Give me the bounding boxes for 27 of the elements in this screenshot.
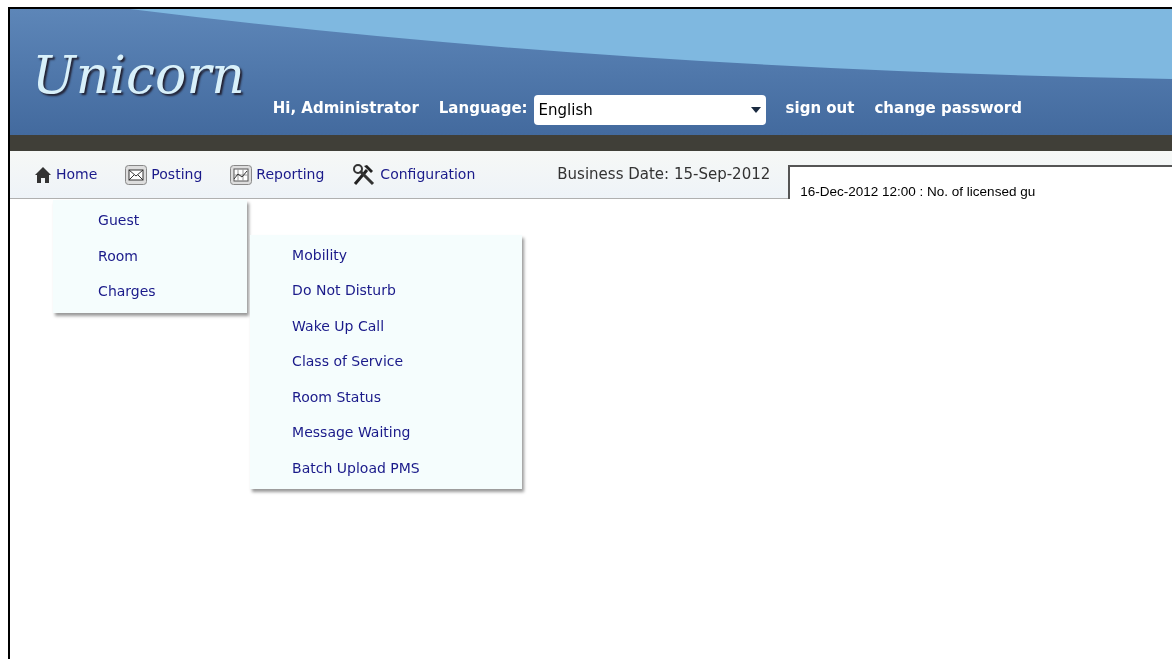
language-select[interactable]: English xyxy=(533,95,766,125)
nav-menu-item[interactable]: Home xyxy=(34,164,98,185)
submenu-item[interactable]: Batch Upload PMS xyxy=(250,450,523,486)
envelope-icon xyxy=(125,164,148,185)
nav-menu-item[interactable]: Reporting xyxy=(230,164,325,185)
ticker-text: 16-Dec-2012 12:00 : No. of licensed gu xyxy=(800,183,1036,199)
dropdown-item[interactable]: Charges xyxy=(53,274,248,310)
logo: Unicorn xyxy=(32,49,245,101)
language-label: Language: xyxy=(438,97,528,119)
header-link[interactable]: sign out xyxy=(785,96,855,119)
home-icon xyxy=(34,165,52,184)
nav-menu-item[interactable]: Configuration xyxy=(352,162,476,187)
chart-icon xyxy=(230,164,253,185)
submenu-item[interactable]: Room Status xyxy=(250,379,523,415)
submenu-item[interactable]: Wake Up Call xyxy=(250,308,523,344)
submenu-item[interactable]: Message Waiting xyxy=(250,415,523,451)
nav-menu-item[interactable]: Posting xyxy=(125,164,203,185)
submenu-item[interactable]: Mobility xyxy=(250,237,523,273)
dropdown-arrow-icon xyxy=(750,107,761,113)
business-date: Business Date: 15-Sep-2012 xyxy=(557,164,771,186)
submenu-item[interactable]: Class of Service xyxy=(250,344,523,380)
header-link[interactable]: change password xyxy=(874,96,1022,119)
tools-icon xyxy=(352,162,377,187)
dropdown-item[interactable]: Guest xyxy=(53,203,248,239)
greeting-text: Hi, Administrator xyxy=(272,97,419,119)
dropdown-item[interactable]: Room xyxy=(53,238,248,274)
submenu-item[interactable]: Do Not Disturb xyxy=(250,273,523,309)
